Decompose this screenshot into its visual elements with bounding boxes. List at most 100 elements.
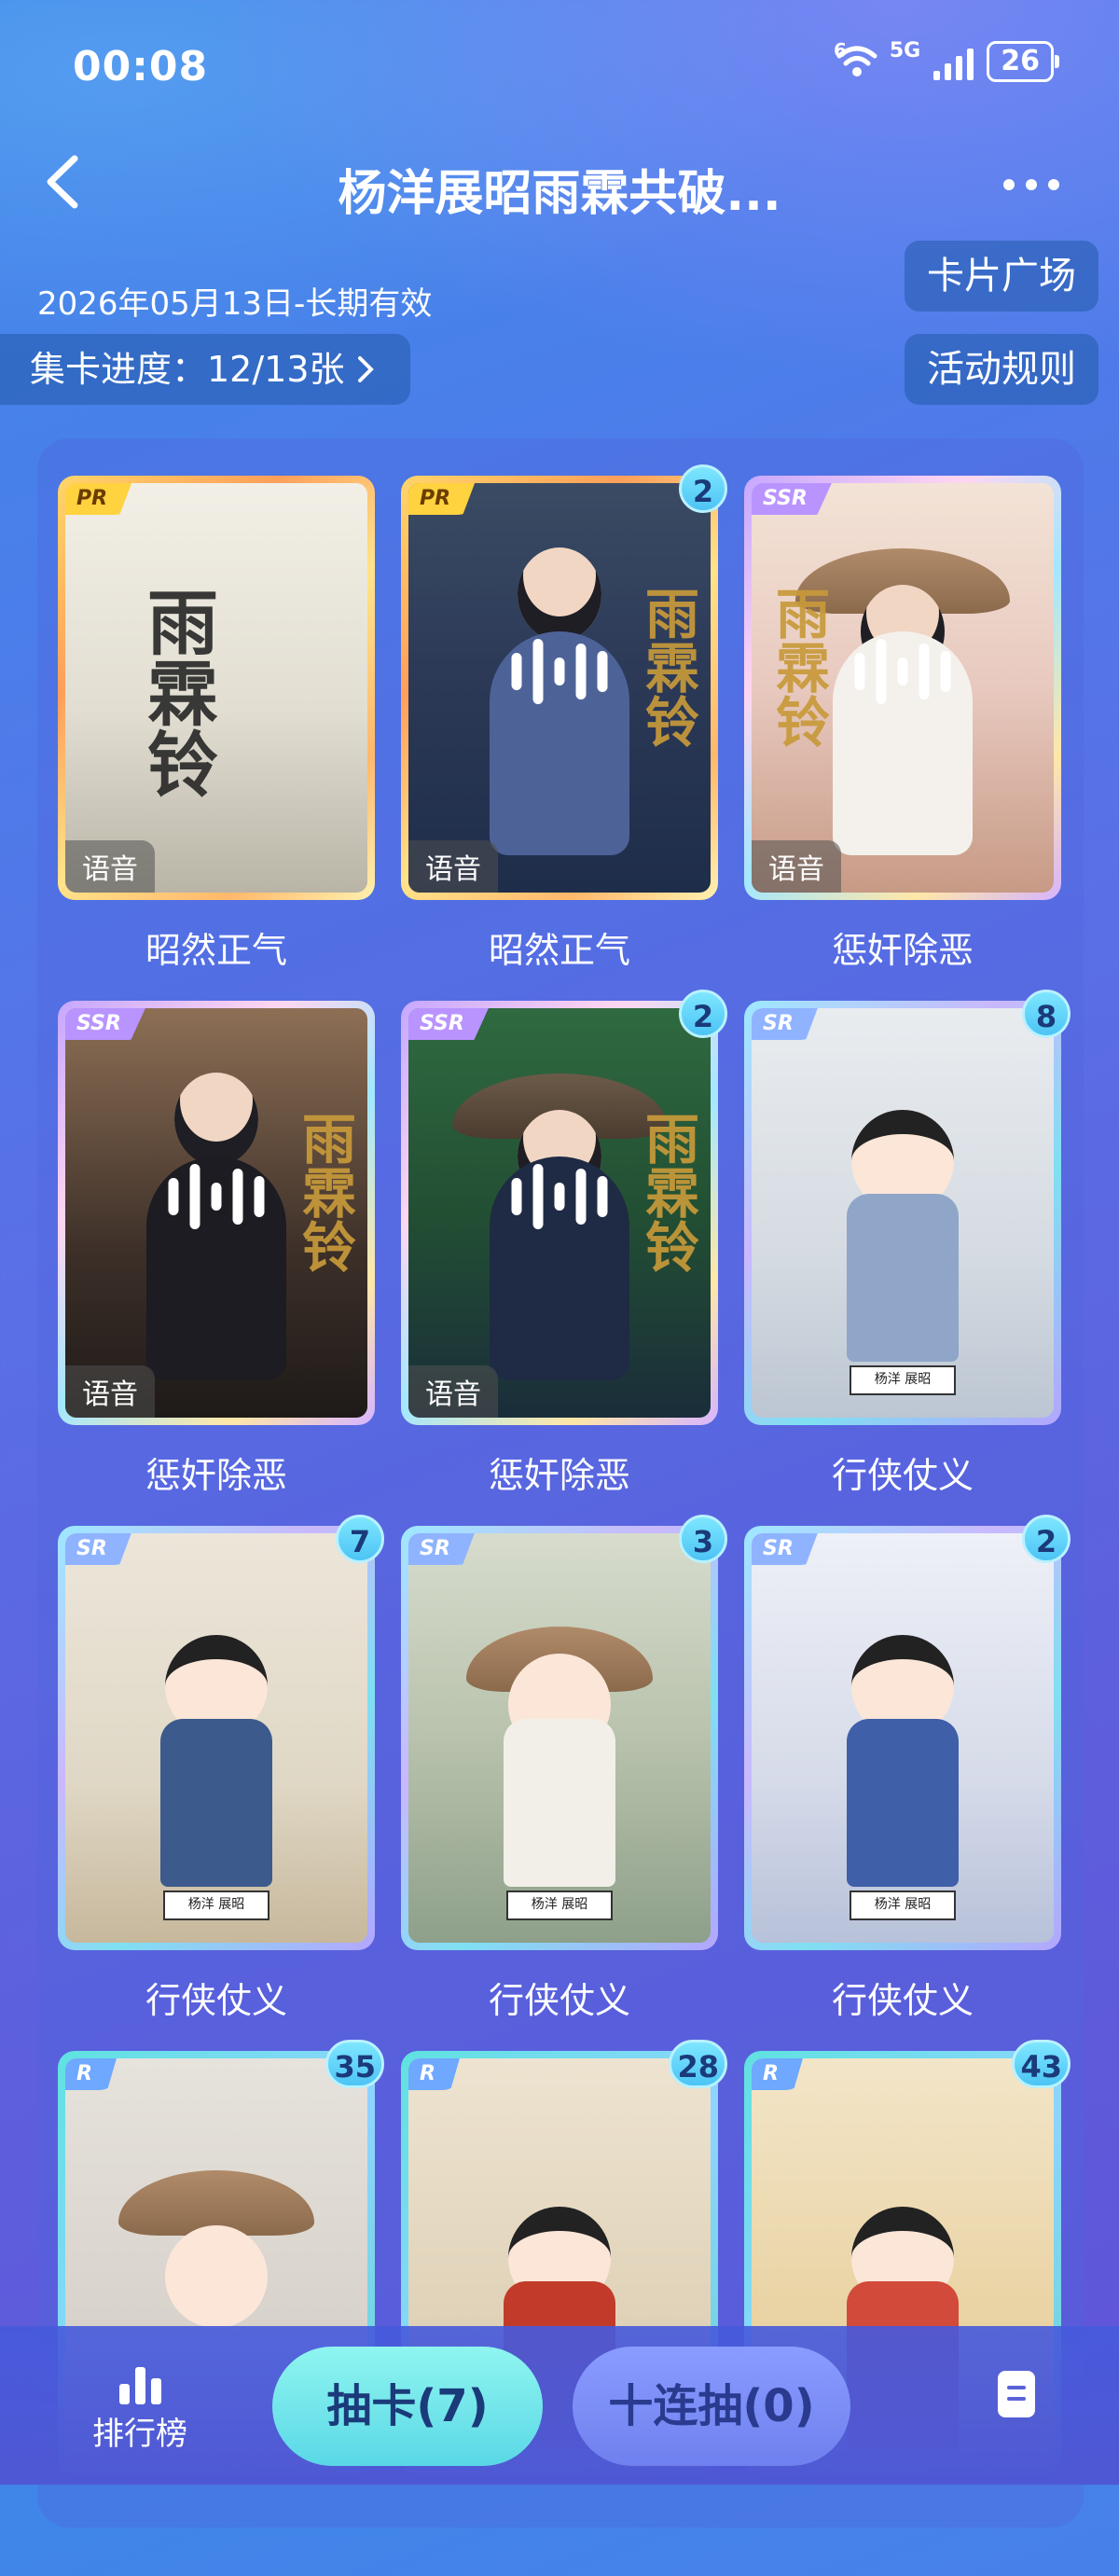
more-options-button[interactable] — [1003, 166, 1078, 203]
bottom-action-bar: 排行榜 抽卡(7) 十连抽(0) — [0, 2326, 1119, 2485]
card-cell[interactable]: 雨霖铃 PR 语音 2 昭然正气 — [401, 464, 727, 1001]
collection-progress-label: 集卡进度：12/13张 — [30, 349, 345, 390]
chibi-body — [160, 1719, 272, 1887]
card-cell[interactable]: 杨洋 展昭 SR 8 行侠仗义 — [744, 990, 1071, 1526]
card-cell[interactable]: 杨洋 展昭 SR 7 行侠仗义 — [58, 1515, 384, 2051]
system-icons: 6 5G 26 — [833, 38, 1059, 82]
card-count-badge: 2 — [1022, 1515, 1071, 1563]
logo-stamp: 杨洋 展昭 — [506, 1890, 613, 1920]
card[interactable]: 雨霖铃 PR 语音 — [58, 476, 375, 900]
card-art: 杨洋 展昭 — [752, 1008, 1054, 1418]
card-cell[interactable]: 雨霖铃 SSR 语音 2 惩奸除恶 — [401, 990, 727, 1526]
card[interactable]: 雨霖铃 SSR 语音 — [58, 1001, 375, 1425]
chevron-right-icon — [357, 356, 374, 382]
page-title: 杨洋展昭雨霖共破... — [338, 166, 781, 222]
chibi-head — [165, 2225, 268, 2328]
card-cell[interactable]: R 43 — [744, 2040, 1071, 2576]
voice-wave-icon[interactable] — [511, 638, 608, 704]
card-name: 惩奸除恶 — [488, 1455, 630, 1496]
voice-tag: 语音 — [408, 840, 498, 893]
card-art: 杨洋 展昭 — [752, 1533, 1054, 1943]
card-cell[interactable]: 杨洋 展昭 SR 2 行侠仗义 — [744, 1515, 1071, 2051]
signal-icon — [933, 43, 974, 80]
character-head — [518, 547, 601, 641]
card-count-badge: 3 — [679, 1515, 727, 1563]
clock: 00:08 — [73, 43, 209, 90]
ten-draw-button[interactable]: 十连抽(0) — [573, 2347, 850, 2466]
card-name: 行侠仗义 — [488, 1980, 630, 2021]
card[interactable]: 雨霖铃 SSR 语音 — [401, 1001, 718, 1425]
chibi-body — [504, 1719, 615, 1887]
network-label: 5G — [889, 38, 921, 62]
activity-rules-button[interactable]: 活动规则 — [905, 334, 1098, 405]
card-count-badge: 43 — [1012, 2040, 1071, 2088]
card-name: 行侠仗义 — [145, 1980, 287, 2021]
document-icon[interactable] — [998, 2371, 1035, 2417]
more-dot-icon — [1003, 179, 1015, 190]
calligraphy-art: 雨霖铃 — [636, 586, 699, 748]
card-cell[interactable]: 雨霖铃 SSR 语音 惩奸除恶 — [58, 1001, 375, 1526]
character-head — [174, 1073, 258, 1166]
voice-tag: 语音 — [65, 840, 155, 893]
card-cell[interactable]: R 28 — [401, 2040, 727, 2576]
logo-stamp: 杨洋 展昭 — [163, 1890, 269, 1920]
card-art: 雨霖铃 — [65, 483, 367, 893]
card[interactable]: 杨洋 展昭 SR — [744, 1526, 1061, 1950]
card-name: 行侠仗义 — [831, 1980, 974, 2021]
draw-card-button[interactable]: 抽卡(7) — [272, 2347, 543, 2466]
card-art: 杨洋 展昭 — [408, 1533, 711, 1943]
card-cell[interactable]: R 35 — [58, 2040, 384, 2576]
calligraphy-art: 雨霖铃 — [135, 586, 218, 798]
voice-tag: 语音 — [65, 1365, 155, 1418]
card-count-badge: 8 — [1022, 990, 1071, 1038]
card-cell[interactable]: 雨霖铃 PR 语音 昭然正气 — [58, 476, 375, 1001]
collection-progress-button[interactable]: 集卡进度：12/13张 — [0, 334, 410, 405]
card-grid-panel: 雨霖铃 PR 语音 昭然正气 雨霖铃 PR 语音 2 昭然正气 雨霖铃 SSR … — [37, 438, 1084, 2528]
voice-wave-icon[interactable] — [854, 638, 951, 704]
card-cell[interactable]: 杨洋 展昭 SR 3 行侠仗义 — [401, 1515, 727, 2051]
card-name: 行侠仗义 — [831, 1455, 974, 1496]
bar-chart-icon — [84, 2363, 196, 2404]
card-count-badge: 28 — [669, 2040, 727, 2088]
card-count-badge: 7 — [336, 1515, 384, 1563]
validity-date: 2026年05月13日-长期有效 — [37, 285, 433, 323]
card-art: 雨霖铃 — [65, 1008, 367, 1418]
more-dot-icon — [1048, 179, 1059, 190]
card-art: 杨洋 展昭 — [65, 1533, 367, 1943]
card[interactable]: 杨洋 展昭 SR — [744, 1001, 1061, 1425]
card-grid: 雨霖铃 PR 语音 昭然正气 雨霖铃 PR 语音 2 昭然正气 雨霖铃 SSR … — [58, 464, 1071, 2576]
voice-wave-icon[interactable] — [511, 1163, 608, 1229]
logo-stamp: 杨洋 展昭 — [850, 1890, 956, 1920]
ranking-label: 排行榜 — [92, 2416, 187, 2453]
voice-wave-icon[interactable] — [168, 1163, 265, 1229]
more-dot-icon — [1026, 179, 1037, 190]
voice-tag: 语音 — [752, 840, 841, 893]
card-name: 昭然正气 — [145, 930, 287, 971]
card-art: 雨霖铃 — [408, 1008, 711, 1418]
logo-stamp: 杨洋 展昭 — [850, 1365, 956, 1395]
calligraphy-art: 雨霖铃 — [636, 1111, 699, 1273]
calligraphy-art: 雨霖铃 — [767, 586, 830, 748]
battery-level: 26 — [1001, 45, 1040, 77]
status-bar: 00:08 6 5G 26 — [0, 0, 1119, 140]
card-cell[interactable]: 雨霖铃 SSR 语音 惩奸除恶 — [744, 476, 1061, 1001]
ranking-button[interactable]: 排行榜 — [84, 2363, 196, 2454]
card-count-badge: 2 — [679, 990, 727, 1038]
card[interactable]: 杨洋 展昭 SR — [58, 1526, 375, 1950]
calligraphy-art: 雨霖铃 — [293, 1111, 356, 1273]
card[interactable]: 杨洋 展昭 SR — [401, 1526, 718, 1950]
wifi-label: 6 — [833, 39, 847, 62]
voice-tag: 语音 — [408, 1365, 498, 1418]
card-art: 雨霖铃 — [752, 483, 1054, 893]
card-name: 惩奸除恶 — [145, 1455, 287, 1496]
card[interactable]: 雨霖铃 PR 语音 — [401, 476, 718, 900]
card-name: 昭然正气 — [488, 930, 630, 971]
card[interactable]: 雨霖铃 SSR 语音 — [744, 476, 1061, 900]
card-art: 雨霖铃 — [408, 483, 711, 893]
chibi-body — [847, 1719, 959, 1887]
chibi-body — [847, 1194, 959, 1362]
card-plaza-button[interactable]: 卡片广场 — [905, 241, 1098, 312]
battery-icon: 26 — [987, 41, 1059, 82]
card-name: 惩奸除恶 — [831, 930, 974, 971]
card-count-badge: 35 — [325, 2040, 384, 2088]
